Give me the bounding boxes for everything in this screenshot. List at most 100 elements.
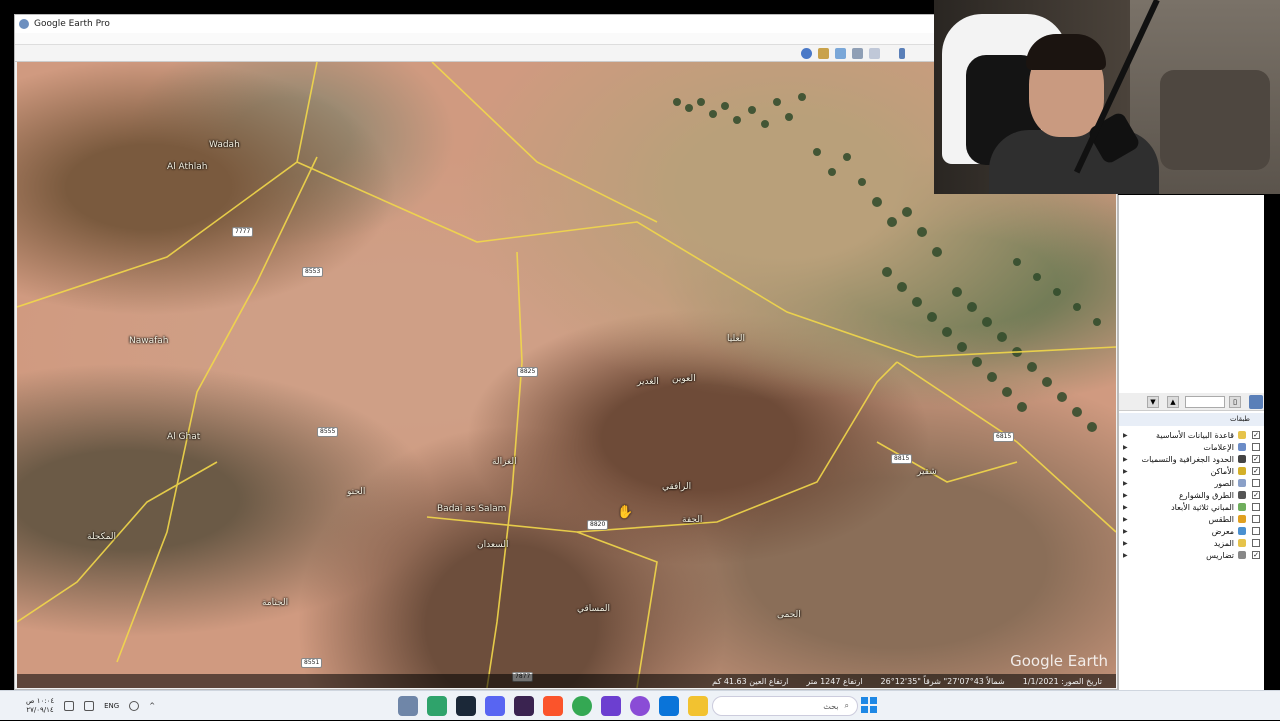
expand-arrow-icon[interactable]: ▶ — [1123, 492, 1128, 499]
place-label: الجفة — [682, 515, 703, 525]
expand-arrow-icon[interactable]: ▶ — [1123, 468, 1128, 475]
road-shield: 8815 — [891, 454, 913, 464]
layer-checkbox[interactable] — [1252, 527, 1260, 535]
place-label: الغدير — [637, 377, 659, 387]
layers-header[interactable]: طبقات — [1119, 413, 1264, 426]
elevation: ارتفاع 1247 متر — [806, 676, 863, 686]
layer-icon — [1238, 443, 1246, 451]
layer-label: المباني ثلاثية الأبعاد — [1171, 502, 1234, 512]
status-bar: ارتفاع العين 41.63 كم ارتفاع 1247 متر 26… — [17, 674, 1116, 688]
place-label: السعدان — [477, 540, 509, 550]
layer-checkbox[interactable] — [1252, 503, 1260, 511]
move-up-icon[interactable]: ▲ — [1167, 396, 1179, 408]
volume-icon[interactable] — [64, 701, 75, 711]
places-search-input[interactable] — [1185, 396, 1225, 408]
app-icon-purple[interactable] — [601, 696, 621, 716]
layer-label: تضاريس — [1206, 550, 1234, 560]
language-indicator[interactable]: ENG — [104, 702, 119, 710]
microphone-tray-icon[interactable] — [129, 701, 140, 711]
store-icon[interactable] — [659, 696, 679, 716]
place-label: المساقي — [577, 604, 611, 614]
road-shield: 6815 — [993, 432, 1015, 442]
sofa — [1160, 70, 1270, 170]
layer-icon — [1238, 527, 1246, 535]
search-icon[interactable] — [1249, 395, 1263, 409]
clock-time: ١٠:٠٤ ص — [26, 697, 55, 705]
brave-icon[interactable] — [543, 696, 563, 716]
layer-label: الطقس — [1208, 514, 1234, 524]
layer-item[interactable]: ✓ الحدود الجغرافية والتسميات ▶ — [1119, 453, 1264, 465]
layer-icon — [1238, 479, 1246, 487]
layer-item[interactable]: ✓ الطرق والشوارع ▶ — [1119, 489, 1264, 501]
ruler-icon[interactable] — [899, 48, 905, 59]
layer-item[interactable]: المباني ثلاثية الأبعاد ▶ — [1119, 501, 1264, 513]
place-label: Badai as Salam — [437, 504, 507, 514]
hand-cursor-icon: ✋ — [617, 505, 634, 520]
layer-checkbox[interactable] — [1252, 539, 1260, 547]
app-icon-blue[interactable] — [630, 696, 650, 716]
expand-arrow-icon[interactable]: ▶ — [1123, 444, 1128, 451]
search-placeholder: بحث — [823, 701, 839, 711]
chevron-up-icon[interactable]: ^ — [149, 702, 155, 710]
panel-toggle-icon[interactable]: ▯ — [1229, 396, 1241, 408]
expand-arrow-icon[interactable]: ▶ — [1123, 552, 1128, 559]
image-icon[interactable] — [818, 48, 829, 59]
email-icon[interactable] — [869, 48, 880, 59]
expand-arrow-icon[interactable]: ▶ — [1123, 516, 1128, 523]
layer-item[interactable]: المزيد ▶ — [1119, 537, 1264, 549]
steam-icon[interactable] — [456, 696, 476, 716]
network-icon[interactable] — [84, 701, 95, 711]
places-toolbar: ▼ ▲ ▯ — [1119, 393, 1264, 411]
sky-icon[interactable] — [801, 48, 812, 59]
layer-checkbox[interactable]: ✓ — [1252, 431, 1260, 439]
place-label: الرافقي — [662, 482, 692, 492]
clock[interactable]: ١٠:٠٤ ص ٢٧/٠٩/١٤ — [26, 697, 54, 715]
expand-arrow-icon[interactable]: ▶ — [1123, 504, 1128, 511]
road-shield: 8820 — [587, 520, 609, 530]
discord-icon[interactable] — [485, 696, 505, 716]
place-label: الحمى — [777, 610, 801, 620]
print-icon[interactable] — [852, 48, 863, 59]
expand-arrow-icon[interactable]: ▶ — [1123, 432, 1128, 439]
layer-checkbox[interactable] — [1252, 479, 1260, 487]
layer-item[interactable]: ✓ تضاريس ▶ — [1119, 549, 1264, 561]
layer-item[interactable]: ✓ قاعدة البيانات الأساسية ▶ — [1119, 429, 1264, 441]
layer-checkbox[interactable]: ✓ — [1252, 455, 1260, 463]
road-shield: 8825 — [517, 367, 539, 377]
road-shield: 8555 — [317, 427, 339, 437]
layers-list: ✓ قاعدة البيانات الأساسية ▶ الإعلامات ▶ ✓ الحد… — [1119, 429, 1264, 561]
layer-item[interactable]: الطقس ▶ — [1119, 513, 1264, 525]
place-label: الغزالة — [492, 457, 517, 467]
layer-icon — [1238, 491, 1246, 499]
expand-arrow-icon[interactable]: ▶ — [1123, 528, 1128, 535]
layer-icon — [1238, 467, 1246, 475]
place-label: Nawafah — [129, 336, 169, 346]
file-explorer-icon[interactable] — [688, 696, 708, 716]
google-earth-app-icon[interactable] — [398, 696, 418, 716]
mexy-app-icon[interactable] — [514, 696, 534, 716]
layer-label: الصور — [1214, 478, 1234, 488]
expand-arrow-icon[interactable]: ▶ — [1123, 456, 1128, 463]
layer-item[interactable]: الصور ▶ — [1119, 477, 1264, 489]
expand-arrow-icon[interactable]: ▶ — [1123, 480, 1128, 487]
layer-checkbox[interactable] — [1252, 515, 1260, 523]
layer-item[interactable]: الإعلامات ▶ — [1119, 441, 1264, 453]
taskbar-search[interactable]: بحث ⌕ — [712, 696, 858, 716]
place-label: العوين — [672, 374, 696, 384]
move-down-icon[interactable]: ▼ — [1147, 396, 1159, 408]
layer-icon — [1238, 539, 1246, 547]
chrome-icon[interactable] — [572, 696, 592, 716]
layer-checkbox[interactable]: ✓ — [1252, 551, 1260, 559]
layer-item[interactable]: ✓ الأماكن ▶ — [1119, 465, 1264, 477]
layer-checkbox[interactable] — [1252, 443, 1260, 451]
layer-item[interactable]: معرض ▶ — [1119, 525, 1264, 537]
expand-arrow-icon[interactable]: ▶ — [1123, 540, 1128, 547]
layer-checkbox[interactable]: ✓ — [1252, 467, 1260, 475]
save-icon[interactable] — [835, 48, 846, 59]
start-button-icon[interactable] — [861, 697, 877, 713]
layer-label: الطرق والشوارع — [1178, 490, 1234, 500]
place-label: المكحلة — [87, 532, 117, 542]
layer-checkbox[interactable]: ✓ — [1252, 491, 1260, 499]
app-icon-green[interactable] — [427, 696, 447, 716]
coordinates: 26°12'35" شمالاً 43°07'27" شرقاً — [880, 676, 1005, 686]
